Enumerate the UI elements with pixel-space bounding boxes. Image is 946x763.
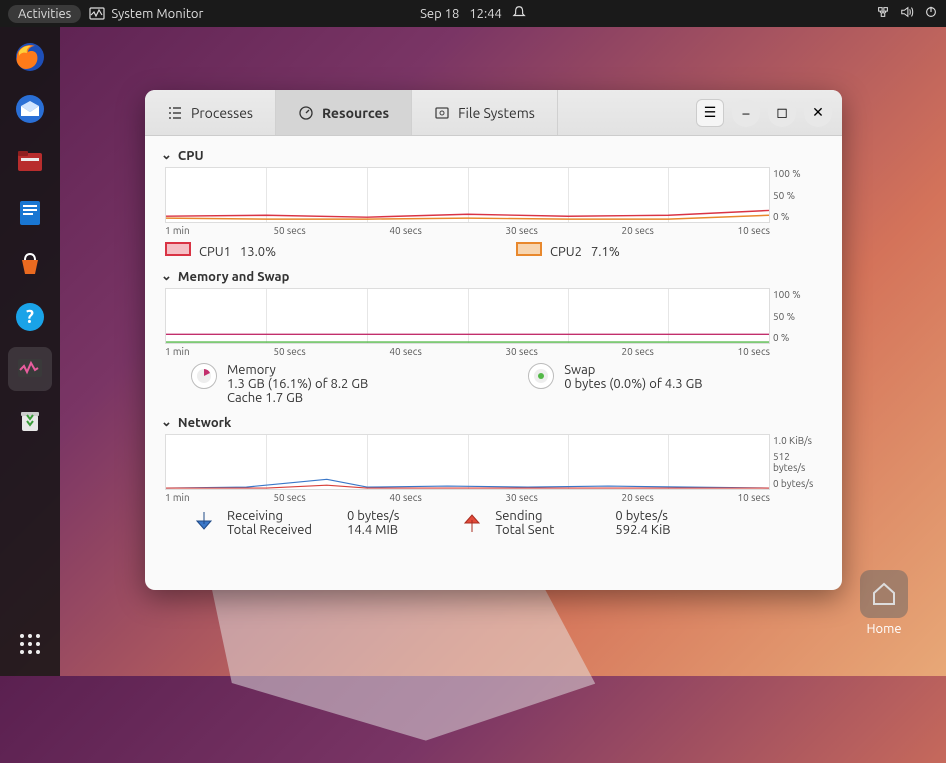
notification-icon[interactable] — [512, 5, 526, 22]
network-xlabels: 1 min50 secs40 secs30 secs20 secs10 secs — [165, 492, 770, 503]
ylabel: 100 % — [773, 168, 821, 179]
memory-pie-icon — [191, 363, 217, 389]
arrow-up-icon — [459, 509, 485, 535]
svg-text:?: ? — [26, 307, 34, 327]
dock-writer[interactable] — [8, 191, 52, 235]
swap-legend[interactable]: Swap 0 bytes (0.0%) of 4.3 GB — [528, 363, 702, 405]
ylabel: 0 % — [773, 211, 821, 222]
cpu-chart: 100 %50 %0 % — [165, 167, 770, 223]
cpu2-legend[interactable]: CPU2 7.1% — [516, 242, 620, 259]
arrow-down-icon — [191, 509, 217, 535]
volume-icon[interactable] — [900, 5, 914, 22]
memory-section-header[interactable]: ⌄ Memory and Swap — [161, 269, 826, 284]
ylabel: 100 % — [773, 289, 821, 300]
tab-filesystems[interactable]: File Systems — [412, 90, 558, 135]
dock-files[interactable] — [8, 139, 52, 183]
receiving-legend[interactable]: Receiving Total Received 0 bytes/s 14.4 … — [191, 509, 399, 537]
dock-thunderbird[interactable] — [8, 87, 52, 131]
desktop-home-label: Home — [860, 622, 908, 636]
recv-label: Receiving — [227, 509, 337, 523]
cpu-title: CPU — [178, 149, 204, 163]
ylabel: 0 % — [773, 332, 821, 343]
topbar-date[interactable]: Sep 18 — [420, 7, 459, 21]
activities-button[interactable]: Activities — [8, 5, 81, 23]
topbar-time[interactable]: 12:44 — [469, 7, 502, 21]
window-headerbar: Processes Resources File Systems ☰ – ◻ ✕ — [145, 90, 842, 136]
disk-icon — [434, 105, 450, 121]
hamburger-menu-button[interactable]: ☰ — [696, 99, 724, 127]
minimize-button[interactable]: – — [732, 99, 760, 127]
network-title: Network — [178, 416, 231, 430]
tab-filesystems-label: File Systems — [458, 105, 535, 121]
tab-resources-label: Resources — [322, 105, 389, 121]
network-chart: 1.0 KiB/s512 bytes/s0 bytes/s — [165, 434, 770, 490]
memory-xlabels: 1 min50 secs40 secs30 secs20 secs10 secs — [165, 346, 770, 357]
chevron-down-icon: ⌄ — [161, 269, 172, 284]
recv-total-label: Total Received — [227, 523, 337, 537]
dock-software[interactable] — [8, 243, 52, 287]
close-button[interactable]: ✕ — [804, 99, 832, 127]
recv-rate: 0 bytes/s — [347, 509, 399, 523]
cpu1-legend[interactable]: CPU1 13.0% — [165, 242, 276, 259]
gauge-icon — [298, 105, 314, 121]
chevron-down-icon: ⌄ — [161, 148, 172, 163]
cpu-section-header[interactable]: ⌄ CPU — [161, 148, 826, 163]
swap-usage: 0 bytes (0.0%) of 4.3 GB — [564, 377, 702, 391]
network-icon[interactable] — [876, 5, 890, 22]
memory-cache: Cache 1.7 GB — [227, 391, 368, 405]
memory-legend[interactable]: Memory 1.3 GB (16.1%) of 8.2 GB Cache 1.… — [191, 363, 368, 405]
tab-processes-label: Processes — [191, 105, 253, 121]
list-icon — [167, 105, 183, 121]
dock-system-monitor[interactable] — [8, 347, 52, 391]
recv-total: 14.4 MIB — [347, 523, 399, 537]
dock-help[interactable]: ? — [8, 295, 52, 339]
send-total-label: Total Sent — [495, 523, 605, 537]
cpu-legend: CPU1 13.0% CPU2 7.1% — [165, 242, 826, 259]
home-icon — [860, 570, 908, 618]
memory-label: Memory — [227, 363, 368, 377]
chevron-down-icon: ⌄ — [161, 415, 172, 430]
cpu-xlabels: 1 min50 secs40 secs30 secs20 secs10 secs — [165, 225, 770, 236]
ylabel: 50 % — [773, 311, 821, 322]
dock-trash[interactable] — [8, 399, 52, 443]
dock-firefox[interactable] — [8, 35, 52, 79]
gnome-topbar: Activities System Monitor Sep 18 12:44 — [0, 0, 946, 27]
sending-legend[interactable]: Sending Total Sent 0 bytes/s 592.4 KiB — [459, 509, 670, 537]
send-rate: 0 bytes/s — [615, 509, 670, 523]
swap-label: Swap — [564, 363, 702, 377]
maximize-button[interactable]: ◻ — [768, 99, 796, 127]
swap-pie-icon — [528, 363, 554, 389]
send-total: 592.4 KiB — [615, 523, 670, 537]
dock: ? — [0, 27, 60, 676]
tab-processes[interactable]: Processes — [145, 90, 276, 135]
ylabel: 50 % — [773, 190, 821, 201]
topbar-appname: System Monitor — [111, 7, 203, 21]
resources-body: ⌄ CPU 100 %50 %0 % 1 min50 secs40 secs30… — [145, 136, 842, 590]
send-label: Sending — [495, 509, 605, 523]
memory-usage: 1.3 GB (16.1%) of 8.2 GB — [227, 377, 368, 391]
ylabel: 1.0 KiB/s — [773, 435, 821, 446]
desktop-home-folder[interactable]: Home — [860, 570, 908, 636]
system-monitor-icon — [89, 6, 105, 22]
ylabel: 512 bytes/s — [773, 451, 821, 473]
dock-show-apps[interactable] — [8, 622, 52, 666]
power-icon[interactable] — [924, 5, 938, 22]
topbar-appmenu[interactable]: System Monitor — [89, 6, 203, 22]
memory-chart: 100 %50 %0 % — [165, 288, 770, 344]
ylabel: 0 bytes/s — [773, 478, 821, 489]
network-section-header[interactable]: ⌄ Network — [161, 415, 826, 430]
tab-resources[interactable]: Resources — [276, 90, 412, 135]
system-monitor-window: Processes Resources File Systems ☰ – ◻ ✕… — [145, 90, 842, 590]
memory-title: Memory and Swap — [178, 270, 290, 284]
